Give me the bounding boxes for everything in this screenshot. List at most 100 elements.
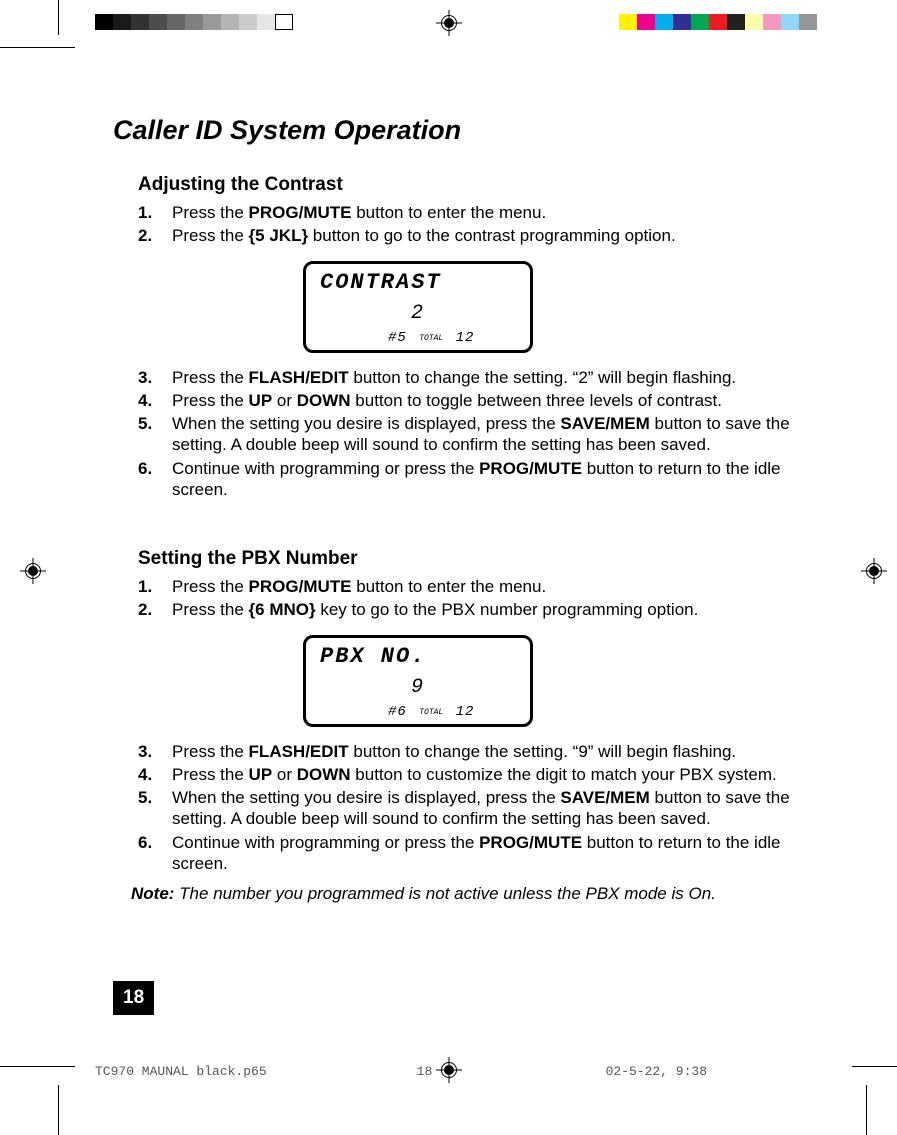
color-swatch — [637, 14, 655, 30]
step-text: Continue with programming or press the P… — [172, 458, 833, 501]
section-heading-contrast: Adjusting the Contrast — [138, 174, 833, 196]
lcd-line1: CONTRAST — [320, 270, 520, 295]
step-text: When the setting you desire is displayed… — [172, 787, 833, 830]
note-label: Note: — [131, 884, 174, 903]
color-swatch — [781, 14, 799, 30]
step-number: 5. — [138, 413, 172, 456]
footer-filename: TC970 MAUNAL black.p65 — [95, 1064, 267, 1079]
note: Note: The number you programmed is not a… — [131, 884, 833, 904]
step-item: 3.Press the FLASH/EDIT button to change … — [138, 367, 833, 388]
section-heading-pbx: Setting the PBX Number — [138, 548, 833, 570]
color-swatch — [149, 14, 167, 30]
color-swatch — [221, 14, 239, 30]
footer: TC970 MAUNAL black.p65 18 02-5-22, 9:38 — [95, 1064, 817, 1079]
content: Caller ID System Operation Adjusting the… — [113, 115, 833, 904]
crop-mark — [0, 1066, 75, 1067]
color-swatch — [167, 14, 185, 30]
lcd-total-label: TOTAL — [416, 334, 446, 343]
lcd-screen: CONTRAST 2 #5 TOTAL 12 — [303, 261, 533, 353]
page: Caller ID System Operation Adjusting the… — [0, 0, 897, 1135]
page-number: 18 — [113, 981, 154, 1015]
step-text: Press the {6 MNO} key to go to the PBX n… — [172, 599, 833, 620]
color-swatch — [655, 14, 673, 30]
footer-datetime: 02-5-22, 9:38 — [606, 1064, 707, 1079]
step-item: 2.Press the {6 MNO} key to go to the PBX… — [138, 599, 833, 620]
step-number: 4. — [138, 390, 172, 411]
color-swatch — [709, 14, 727, 30]
step-number: 6. — [138, 458, 172, 501]
registration-mark-icon — [20, 558, 46, 584]
color-swatch — [203, 14, 221, 30]
steps-list-pbx-b: 3.Press the FLASH/EDIT button to change … — [138, 741, 833, 875]
step-number: 2. — [138, 599, 172, 620]
step-text: When the setting you desire is displayed… — [172, 413, 833, 456]
step-number: 5. — [138, 787, 172, 830]
step-text: Press the {5 JKL} button to go to the co… — [172, 225, 833, 246]
lcd-total: 12 — [456, 704, 475, 720]
steps-list-contrast-b: 3.Press the FLASH/EDIT button to change … — [138, 367, 833, 501]
color-swatch — [257, 14, 275, 30]
crop-mark — [0, 47, 75, 48]
color-swatch — [619, 14, 637, 30]
step-item: 4.Press the UP or DOWN button to customi… — [138, 764, 833, 785]
step-text: Press the UP or DOWN button to toggle be… — [172, 390, 833, 411]
step-text: Continue with programming or press the P… — [172, 832, 833, 875]
color-swatch — [763, 14, 781, 30]
footer-page: 18 — [417, 1064, 433, 1079]
lcd-screen: PBX NO. 9 #6 TOTAL 12 — [303, 635, 533, 727]
step-item: 2.Press the {5 JKL} button to go to the … — [138, 225, 833, 246]
crop-mark — [866, 1085, 867, 1135]
color-swatch — [727, 14, 745, 30]
lcd-line2: 9 — [306, 676, 530, 699]
note-text: The number you programmed is not active … — [174, 884, 715, 903]
step-item: 1.Press the PROG/MUTE button to enter th… — [138, 202, 833, 223]
color-swatch — [691, 14, 709, 30]
step-item: 5.When the setting you desire is display… — [138, 413, 833, 456]
lcd-display-contrast: CONTRAST 2 #5 TOTAL 12 — [303, 261, 833, 353]
steps-list-contrast-a: 1.Press the PROG/MUTE button to enter th… — [138, 202, 833, 247]
steps-list-pbx-a: 1.Press the PROG/MUTE button to enter th… — [138, 576, 833, 621]
color-swatch — [673, 14, 691, 30]
step-text: Press the PROG/MUTE button to enter the … — [172, 576, 833, 597]
step-item: 6.Continue with programming or press the… — [138, 458, 833, 501]
lcd-display-pbx: PBX NO. 9 #6 TOTAL 12 — [303, 635, 833, 727]
color-swatch — [95, 14, 113, 30]
step-number: 3. — [138, 741, 172, 762]
step-text: Press the FLASH/EDIT button to change th… — [172, 741, 833, 762]
color-swatch — [239, 14, 257, 30]
lcd-line3: #5 TOTAL 12 — [388, 330, 474, 346]
color-swatch — [275, 14, 293, 30]
registration-mark-icon — [861, 558, 887, 584]
crop-mark — [58, 1085, 59, 1135]
color-swatch — [113, 14, 131, 30]
step-item: 4.Press the UP or DOWN button to toggle … — [138, 390, 833, 411]
color-swatch — [745, 14, 763, 30]
lcd-line1: PBX NO. — [320, 644, 520, 669]
step-item: 3.Press the FLASH/EDIT button to change … — [138, 741, 833, 762]
step-text: Press the FLASH/EDIT button to change th… — [172, 367, 833, 388]
step-number: 6. — [138, 832, 172, 875]
step-number: 1. — [138, 202, 172, 223]
crop-mark — [58, 0, 59, 35]
step-item: 5.When the setting you desire is display… — [138, 787, 833, 830]
lcd-index: #5 — [388, 330, 407, 346]
color-swatch — [131, 14, 149, 30]
color-swatch — [799, 14, 817, 30]
step-item: 6.Continue with programming or press the… — [138, 832, 833, 875]
step-item: 1.Press the PROG/MUTE button to enter th… — [138, 576, 833, 597]
step-number: 3. — [138, 367, 172, 388]
lcd-line2: 2 — [306, 302, 530, 325]
registration-mark-icon — [436, 10, 462, 36]
step-number: 4. — [138, 764, 172, 785]
step-number: 2. — [138, 225, 172, 246]
step-text: Press the UP or DOWN button to customize… — [172, 764, 833, 785]
lcd-total: 12 — [456, 330, 475, 346]
step-number: 1. — [138, 576, 172, 597]
lcd-line3: #6 TOTAL 12 — [388, 704, 474, 720]
color-swatch — [185, 14, 203, 30]
page-title: Caller ID System Operation — [113, 115, 833, 146]
lcd-total-label: TOTAL — [416, 708, 446, 717]
step-text: Press the PROG/MUTE button to enter the … — [172, 202, 833, 223]
lcd-index: #6 — [388, 704, 407, 720]
crop-mark — [852, 1066, 897, 1067]
